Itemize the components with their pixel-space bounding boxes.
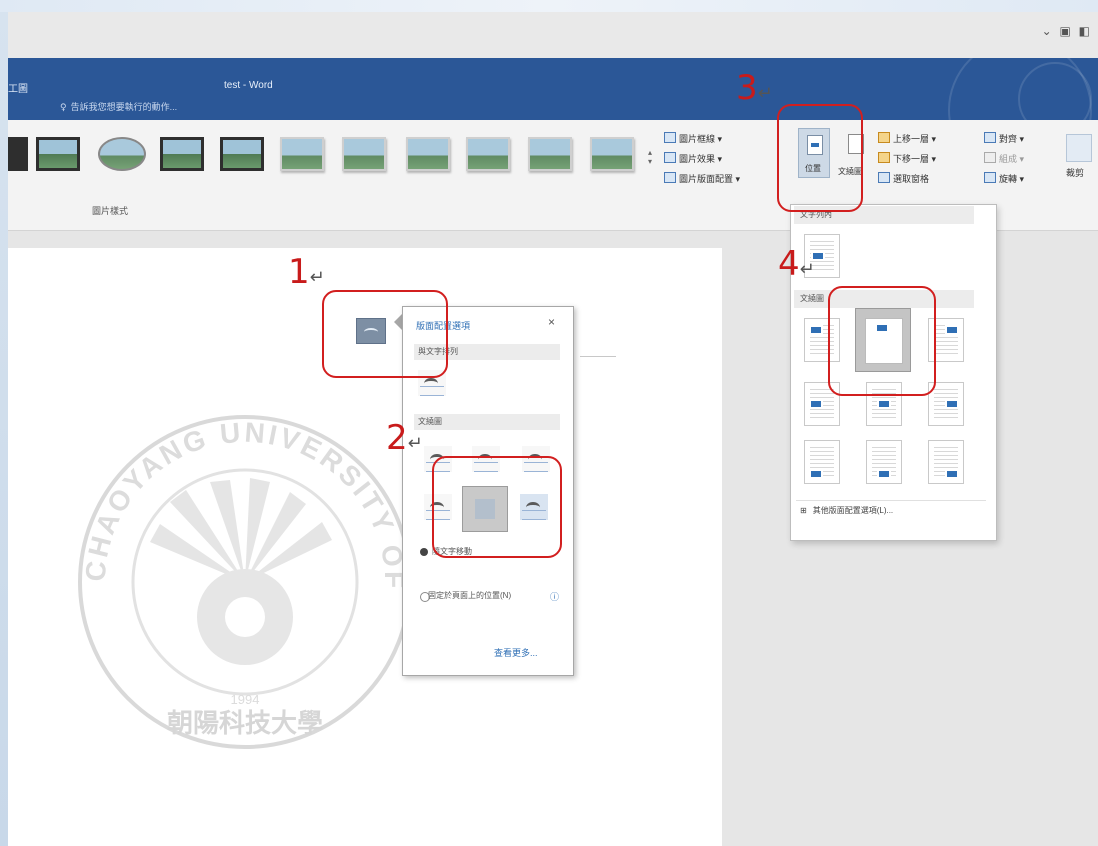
border-icon (664, 132, 676, 143)
bring-forward-button[interactable]: 上移一層 ▾ (878, 132, 936, 145)
step-3-label: 3↵ (736, 68, 773, 108)
dropdown-divider (796, 500, 986, 501)
bring-forward-label: 上移一層 (893, 134, 930, 144)
svg-text:CHAOYANG UNIVERSITY OF TECHNOL: CHAOYANG UNIVERSITY OF TECHNOLOGY (60, 382, 410, 591)
picture-border-label: 圖片框線 (679, 134, 716, 144)
picture-style-thumb[interactable] (36, 137, 80, 171)
picture-style-thumb[interactable] (280, 137, 324, 171)
group-button[interactable]: 組成 ▾ (984, 152, 1024, 165)
picture-effects-button[interactable]: 圖片效果 ▾ (664, 152, 722, 165)
step-4-label: 4↵ (778, 244, 815, 284)
step-2-label: 2↵ (386, 418, 423, 458)
group-label: 組成 (999, 154, 1018, 164)
step-2-number: 2 (386, 418, 408, 458)
picture-layout-button[interactable]: 圖片版面配置 ▾ (664, 172, 740, 185)
return-mark: ↵ (407, 433, 423, 454)
picture-style-thumb[interactable] (160, 137, 204, 171)
close-icon[interactable]: × (548, 315, 555, 329)
picture-style-thumb[interactable] (590, 137, 634, 171)
watermark-arc-text: CHAOYANG UNIVERSITY OF TECHNOLOGY (60, 382, 407, 591)
return-mark: ↵ (757, 83, 773, 104)
tell-me-text: 告訴我您想要執行的動作... (70, 102, 178, 112)
option-fix-position: 固定於頁面上的位置(N) (428, 591, 512, 600)
page-line (580, 356, 616, 357)
gallery-scroll-arrows[interactable]: ▴ ▾ (648, 148, 652, 166)
info-icon[interactable]: ⓘ (550, 590, 559, 603)
effects-icon (664, 152, 676, 163)
university-watermark: CHAOYANG UNIVERSITY OF TECHNOLOGY 1994 朝… (60, 382, 412, 749)
picture-border-button[interactable]: 圖片框線 ▾ (664, 132, 722, 145)
highlight-step-3 (777, 104, 863, 212)
watermark-year: 1994 (231, 692, 260, 707)
send-backward-button[interactable]: 下移一層 ▾ (878, 152, 936, 165)
position-bottom-center-icon[interactable] (866, 440, 902, 484)
send-backward-icon (878, 152, 890, 163)
selection-pane-button[interactable]: 選取窗格 (878, 172, 929, 185)
ribbon-tab-label[interactable]: 工圖 (8, 80, 28, 95)
align-button[interactable]: 對齊 ▾ (984, 132, 1024, 145)
group-icon (984, 152, 996, 163)
picture-style-thumb[interactable] (342, 137, 386, 171)
step-3-number: 3 (736, 68, 758, 108)
watermark-name: 朝陽科技大學 (167, 708, 323, 739)
tell-me-box[interactable]: ♀ 告訴我您想要執行的動作... (60, 100, 177, 113)
return-mark: ↵ (799, 259, 815, 280)
top-decoration (0, 0, 1098, 12)
selection-pane-label: 選取窗格 (893, 174, 930, 184)
quick-access-toolbar (8, 12, 1098, 58)
popup-section-wrap: 文繞圖 (414, 414, 560, 430)
picture-style-thumb[interactable] (98, 137, 146, 171)
picture-style-thumb[interactable] (528, 137, 572, 171)
send-backward-label: 下移一層 (893, 154, 930, 164)
more-layout-options-link[interactable]: ⊞ 其他版面配置選項(L)... (800, 505, 893, 516)
rotate-icon (984, 172, 996, 183)
more-layout-options-label: 其他版面配置選項(L)... (812, 506, 894, 515)
see-more-link[interactable]: 查看更多... (494, 646, 538, 659)
step-1-number: 1 (288, 252, 310, 292)
lightbulb-icon: ♀ (60, 103, 67, 113)
picture-style-thumb[interactable] (220, 137, 264, 171)
picture-styles-group-label: 圖片樣式 (92, 206, 129, 216)
step-1-label: 1↵ (288, 252, 325, 292)
left-decoration (0, 12, 8, 846)
return-mark: ↵ (309, 267, 325, 288)
picture-style-thumb[interactable] (8, 137, 28, 171)
layout-icon (664, 172, 676, 183)
selection-pane-icon (878, 172, 890, 183)
bring-forward-icon (878, 132, 890, 143)
layout-options-icon: ⊞ (800, 506, 807, 515)
rotate-label: 旋轉 (999, 174, 1018, 184)
picture-effects-label: 圖片效果 (679, 154, 716, 164)
highlight-step-2 (432, 456, 562, 558)
highlight-step-1 (322, 290, 448, 378)
radio-move-with-text[interactable] (420, 548, 428, 556)
picture-layout-label: 圖片版面配置 (679, 174, 734, 184)
rotate-button[interactable]: 旋轉 ▾ (984, 172, 1024, 185)
picture-style-thumb[interactable] (406, 137, 450, 171)
step-4-number: 4 (778, 244, 800, 284)
align-label: 對齊 (999, 134, 1018, 144)
crop-label[interactable]: 裁剪 (1066, 166, 1084, 179)
window-control-icons[interactable]: ⌄ ▣ ◧ (1042, 24, 1092, 38)
position-bottom-right-icon[interactable] (928, 440, 964, 484)
crop-icon[interactable] (1066, 134, 1092, 162)
document-title: test - Word (224, 80, 273, 91)
picture-style-thumb[interactable] (466, 137, 510, 171)
highlight-step-4 (828, 286, 936, 396)
align-icon (984, 132, 996, 143)
position-bottom-left-icon[interactable] (804, 440, 840, 484)
